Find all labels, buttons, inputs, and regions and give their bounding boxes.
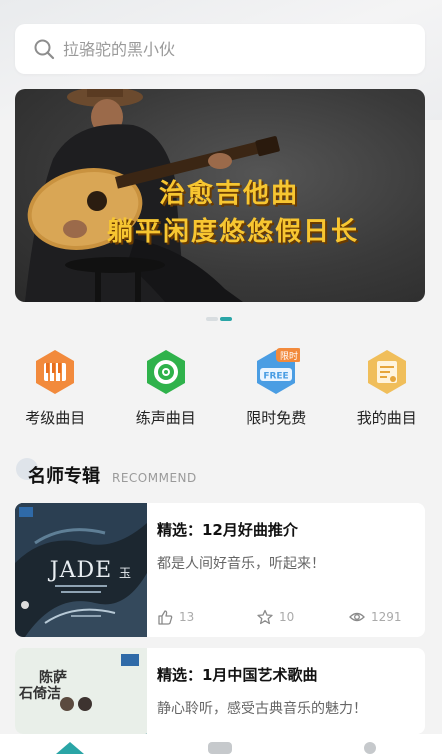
- library-icon[interactable]: [208, 742, 232, 754]
- home-icon[interactable]: [56, 742, 84, 754]
- bottom-nav-icons: [56, 742, 376, 754]
- view-stat: 1291: [349, 609, 402, 625]
- section-subtitle: RECOMMEND: [112, 471, 197, 485]
- album-cover-title: JADE: [48, 558, 112, 583]
- music-doc-icon: [363, 348, 411, 396]
- album-description: 都是人间好音乐，听起来！: [157, 556, 325, 572]
- banner-subtitle: 躺平闲度悠悠假日长: [107, 217, 360, 247]
- like-stat[interactable]: 13: [157, 609, 257, 625]
- like-count: 13: [179, 610, 195, 624]
- album-card[interactable]: 陈萨 石倚洁 精选：1月中国艺术歌曲 静心聆听，感受古典音乐的魅力！: [15, 648, 425, 734]
- search-input[interactable]: [63, 39, 383, 59]
- quick-link-label: 限时免费: [246, 409, 307, 427]
- album-cover-glyph: 玉: [119, 566, 131, 580]
- album-card[interactable]: JADE 玉 精选：12月好曲推介 都是人间好音乐，听起来！ 13 10 129…: [15, 503, 425, 637]
- limited-badge-text: 限时: [280, 350, 298, 362]
- piano-icon: [31, 348, 79, 396]
- profile-icon[interactable]: [364, 742, 376, 754]
- quick-links: 考级曲目 练声曲目 FREE 限时 限时免费 我的曲目: [0, 348, 442, 428]
- album-stats: 13 10 1291: [157, 609, 402, 625]
- album-cover-name1: 陈萨: [39, 669, 67, 686]
- bottom-nav: [0, 734, 442, 754]
- quick-link-label: 我的曲目: [356, 409, 417, 427]
- vinyl-icon: [142, 348, 190, 396]
- album-cover-art-songs: 陈萨 石倚洁: [15, 648, 147, 734]
- carousel-dot-active[interactable]: [220, 317, 232, 321]
- favorite-count: 10: [279, 610, 295, 624]
- thumbs-up-icon: [158, 610, 173, 625]
- search-icon: [34, 39, 55, 60]
- search-bar[interactable]: [15, 24, 425, 74]
- section-header: 名师专辑 RECOMMEND: [16, 458, 197, 488]
- carousel-dot[interactable]: [206, 317, 218, 321]
- view-count: 1291: [371, 610, 402, 624]
- free-tag-text: FREE: [264, 372, 289, 382]
- quick-link-limited-free[interactable]: FREE 限时 限时免费: [221, 348, 332, 428]
- quick-link-label: 练声曲目: [135, 409, 196, 427]
- album-cover-jade: JADE 玉: [15, 503, 147, 637]
- album-cover-name2: 石倚洁: [18, 685, 61, 702]
- quick-link-my-pieces[interactable]: 我的曲目: [332, 348, 442, 428]
- quick-link-vocal-pieces[interactable]: 练声曲目: [111, 348, 222, 428]
- quick-link-grade-pieces[interactable]: 考级曲目: [0, 348, 111, 428]
- free-tag-icon: FREE 限时: [252, 348, 303, 396]
- banner-title: 治愈吉他曲: [159, 179, 300, 209]
- eye-icon: [349, 612, 365, 622]
- promo-banner[interactable]: 治愈吉他曲 躺平闲度悠悠假日长: [15, 89, 425, 302]
- carousel-indicator[interactable]: [206, 317, 232, 321]
- album-description: 静心聆听，感受古典音乐的魅力！: [157, 701, 367, 717]
- favorite-stat[interactable]: 10: [257, 609, 349, 625]
- star-icon: [257, 609, 273, 625]
- section-title: 名师专辑: [28, 466, 100, 487]
- quick-link-label: 考级曲目: [25, 409, 86, 427]
- album-title: 精选：1月中国艺术歌曲: [157, 666, 318, 684]
- album-title: 精选：12月好曲推介: [157, 521, 298, 539]
